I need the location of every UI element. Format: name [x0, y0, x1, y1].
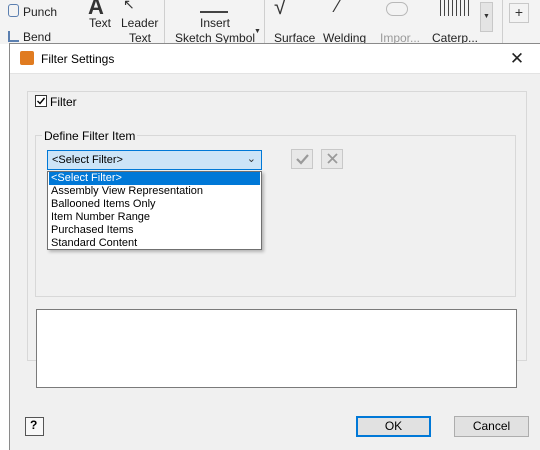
filter-checkbox-label: Filter	[50, 95, 79, 109]
sketch-symbol-icon	[200, 3, 228, 13]
ribbon-punch-button[interactable]: Punch	[23, 5, 57, 19]
ribbon-toolbar: Punch Bend A Text ↖ Leader Text Insert S…	[0, 0, 540, 45]
dropdown-option[interactable]: Standard Content	[49, 237, 260, 250]
cancel-button[interactable]: Cancel	[454, 416, 529, 437]
app-icon	[20, 51, 34, 65]
chevron-down-icon[interactable]: ▼	[254, 28, 261, 35]
checkmark-icon	[37, 97, 46, 105]
apply-button[interactable]	[291, 149, 313, 169]
surface-icon: √	[274, 0, 287, 19]
close-icon[interactable]: ✕	[507, 49, 527, 69]
ribbon-insert-line1[interactable]: Insert	[200, 16, 230, 30]
ribbon-bend-button[interactable]: Bend	[23, 30, 51, 44]
bend-icon	[8, 31, 19, 42]
checkmark-icon	[296, 154, 309, 165]
crosshair-icon[interactable]: +	[509, 3, 529, 23]
chevron-down-icon: ⌄	[246, 153, 256, 165]
leader-text-icon: ↖	[123, 0, 135, 12]
import-icon	[386, 2, 408, 16]
dialog-titlebar: Filter Settings ✕	[10, 44, 540, 74]
dropdown-option[interactable]: Purchased Items	[49, 224, 260, 237]
ribbon-leader-text-line1[interactable]: Leader	[121, 16, 158, 30]
dropdown-option[interactable]: Ballooned Items Only	[49, 198, 260, 211]
filter-dropdown-list: <Select Filter> Assembly View Representa…	[47, 171, 262, 250]
filter-select[interactable]: <Select Filter> ⌄	[47, 150, 262, 170]
ribbon-text-button[interactable]: Text	[89, 16, 111, 30]
caterpillar-icon	[440, 0, 470, 16]
welding-icon: ⁄	[336, 0, 340, 16]
delete-icon	[327, 153, 338, 164]
filter-settings-dialog: Filter Settings ✕ Filter Define Filter I…	[9, 43, 540, 450]
define-filter-label: Define Filter Item	[42, 129, 138, 143]
chevron-down-icon: ▼	[483, 13, 490, 20]
dropdown-option[interactable]: Item Number Range	[49, 211, 260, 224]
punch-icon	[8, 4, 19, 17]
dropdown-option[interactable]: <Select Filter>	[49, 172, 260, 185]
help-icon: ?	[30, 418, 38, 432]
filter-checkbox[interactable]	[35, 95, 47, 107]
filter-select-value: <Select Filter>	[52, 154, 123, 166]
clear-button[interactable]	[321, 149, 343, 169]
ok-button[interactable]: OK	[356, 416, 431, 437]
dropdown-option[interactable]: Assembly View Representation	[49, 185, 260, 198]
dialog-title: Filter Settings	[41, 52, 115, 66]
help-button[interactable]: ?	[25, 417, 44, 436]
filter-list-box[interactable]	[36, 309, 517, 388]
